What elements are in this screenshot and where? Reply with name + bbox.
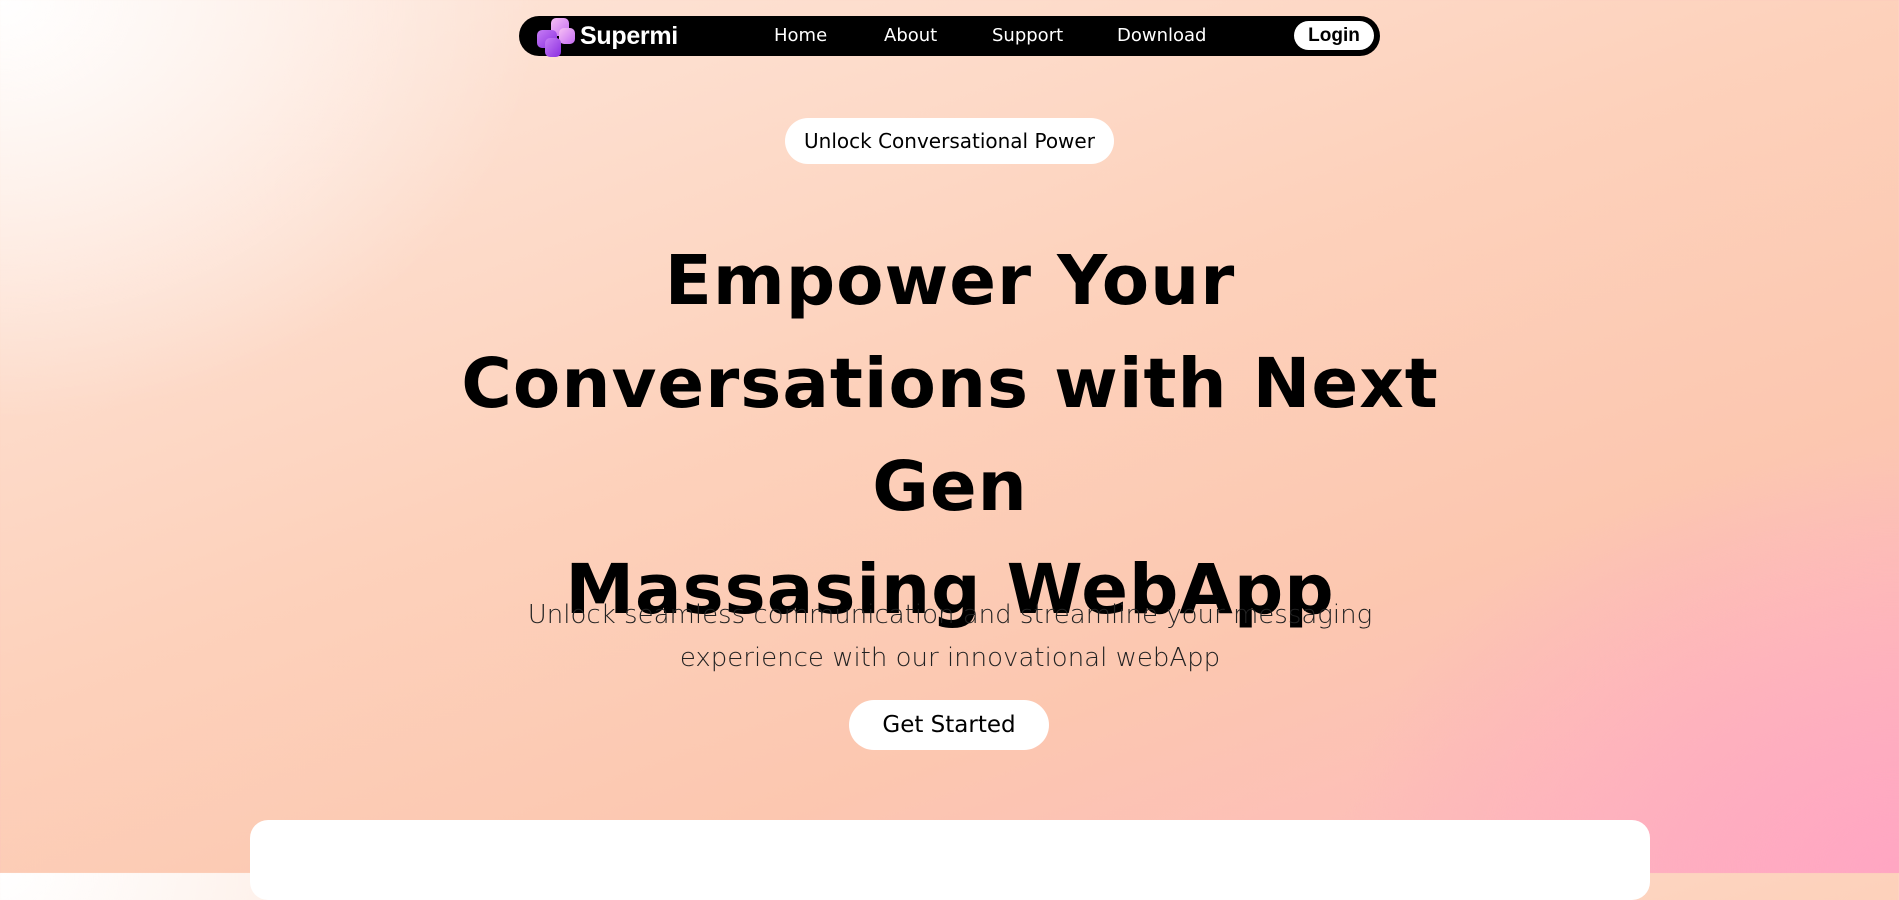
nav-link-download[interactable]: Download xyxy=(1117,25,1206,47)
hero-subtitle: Unlock seamless communication and stream… xyxy=(520,594,1380,680)
navbar: Supermi Home About Support Download Logi… xyxy=(519,16,1380,58)
headline-line: Empower Your xyxy=(664,241,1236,321)
headline-line: Conversations with Next Gen xyxy=(461,344,1439,527)
brand-name[interactable]: Supermi xyxy=(580,21,678,51)
nav-link-about[interactable]: About xyxy=(884,25,937,47)
hero-badge: Unlock Conversational Power xyxy=(785,118,1114,164)
hero-headline: Empower Your Conversations with Next Gen… xyxy=(400,230,1500,642)
subtitle-line: experience with our innovational webApp xyxy=(679,643,1221,673)
preview-card xyxy=(250,820,1650,900)
puzzle-logo-icon[interactable] xyxy=(535,18,577,58)
login-button[interactable]: Login xyxy=(1294,21,1374,50)
get-started-button[interactable]: Get Started xyxy=(849,700,1049,750)
subtitle-line: Unlock seamless communication and stream… xyxy=(527,600,1373,630)
nav-link-support[interactable]: Support xyxy=(992,25,1063,47)
nav-link-home[interactable]: Home xyxy=(774,25,827,47)
